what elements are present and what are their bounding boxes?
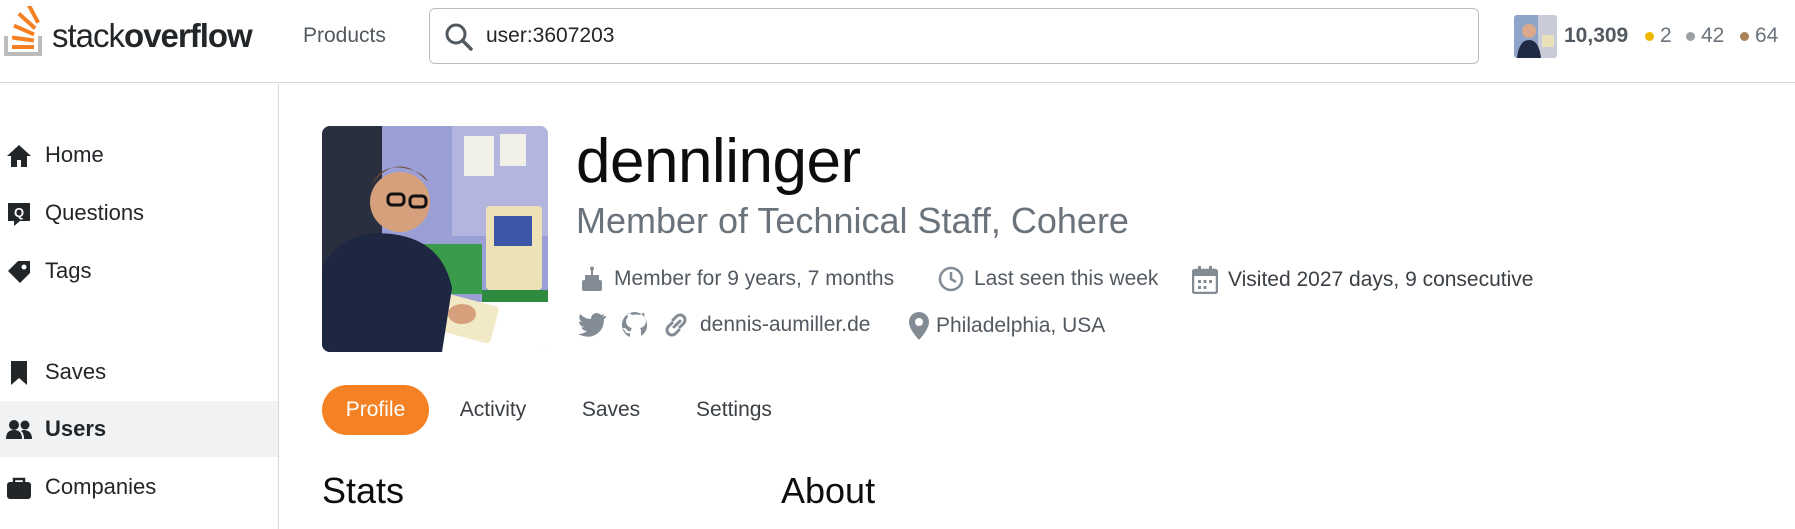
last-seen: Last seen this week bbox=[938, 266, 1158, 292]
sidebar-item-saves[interactable]: Saves bbox=[0, 344, 278, 400]
search-input[interactable] bbox=[486, 21, 1446, 51]
questions-icon: Q bbox=[8, 203, 30, 226]
gold-badges[interactable]: 2 bbox=[1645, 24, 1672, 48]
about-heading: About bbox=[781, 470, 876, 511]
stackoverflow-logo[interactable]: stackoverflow bbox=[2, 6, 253, 60]
website-link[interactable]: dennis-aumiller.de bbox=[700, 313, 870, 337]
social-links: dennis-aumiller.de bbox=[578, 311, 870, 339]
products-menu[interactable]: Products bbox=[303, 24, 386, 48]
bronze-badges[interactable]: 64 bbox=[1740, 24, 1778, 48]
top-bar: stackoverflow Products 10,309 2 42 64 bbox=[0, 0, 1795, 83]
svg-text:Q: Q bbox=[14, 205, 24, 220]
tab-saves[interactable]: Saves bbox=[566, 385, 656, 435]
sidebar-item-users[interactable]: Users bbox=[0, 401, 278, 457]
profile-avatar bbox=[322, 126, 548, 352]
tab-profile[interactable]: Profile bbox=[322, 385, 429, 435]
calendar-icon bbox=[1192, 266, 1218, 294]
bookmark-icon bbox=[11, 361, 27, 385]
twitter-icon[interactable] bbox=[578, 313, 606, 337]
bronze-badge-icon bbox=[1740, 31, 1749, 41]
sidebar-item-home[interactable]: Home bbox=[0, 127, 278, 183]
sidebar-item-questions[interactable]: Q Questions bbox=[0, 185, 278, 241]
silver-badges[interactable]: 42 bbox=[1686, 24, 1724, 48]
location: Philadelphia, USA bbox=[908, 311, 1105, 341]
clock-icon bbox=[938, 266, 964, 292]
tab-settings[interactable]: Settings bbox=[682, 385, 786, 435]
briefcase-icon bbox=[7, 477, 31, 499]
gold-badge-icon bbox=[1645, 31, 1654, 41]
user-avatar[interactable] bbox=[1514, 15, 1557, 58]
tab-activity[interactable]: Activity bbox=[446, 385, 540, 435]
tag-icon bbox=[8, 261, 30, 283]
logo-wordmark: stackoverflow bbox=[52, 16, 253, 54]
silver-badge-icon bbox=[1686, 31, 1695, 41]
location-pin-icon bbox=[909, 312, 929, 340]
member-since: Member for 9 years, 7 months bbox=[580, 266, 894, 292]
link-icon bbox=[665, 313, 687, 337]
sidebar-item-companies[interactable]: Companies bbox=[0, 459, 278, 515]
stackoverflow-logo-icon bbox=[4, 6, 42, 56]
reputation-count[interactable]: 10,309 bbox=[1564, 24, 1628, 48]
visited-days: Visited 2027 days, 9 consecutive bbox=[1192, 266, 1533, 294]
left-sidebar: Home Q Questions Tags Saves Users Compan… bbox=[0, 84, 279, 529]
cake-icon bbox=[582, 266, 602, 291]
sidebar-item-tags[interactable]: Tags bbox=[0, 243, 278, 299]
search-box[interactable] bbox=[429, 8, 1479, 64]
stats-heading: Stats bbox=[322, 470, 405, 511]
users-icon bbox=[6, 420, 32, 439]
profile-title: Member of Technical Staff, Cohere bbox=[576, 200, 1129, 241]
home-icon bbox=[7, 145, 31, 167]
github-icon[interactable] bbox=[620, 311, 648, 339]
profile-username: dennlinger bbox=[576, 127, 861, 196]
search-icon bbox=[445, 23, 473, 51]
